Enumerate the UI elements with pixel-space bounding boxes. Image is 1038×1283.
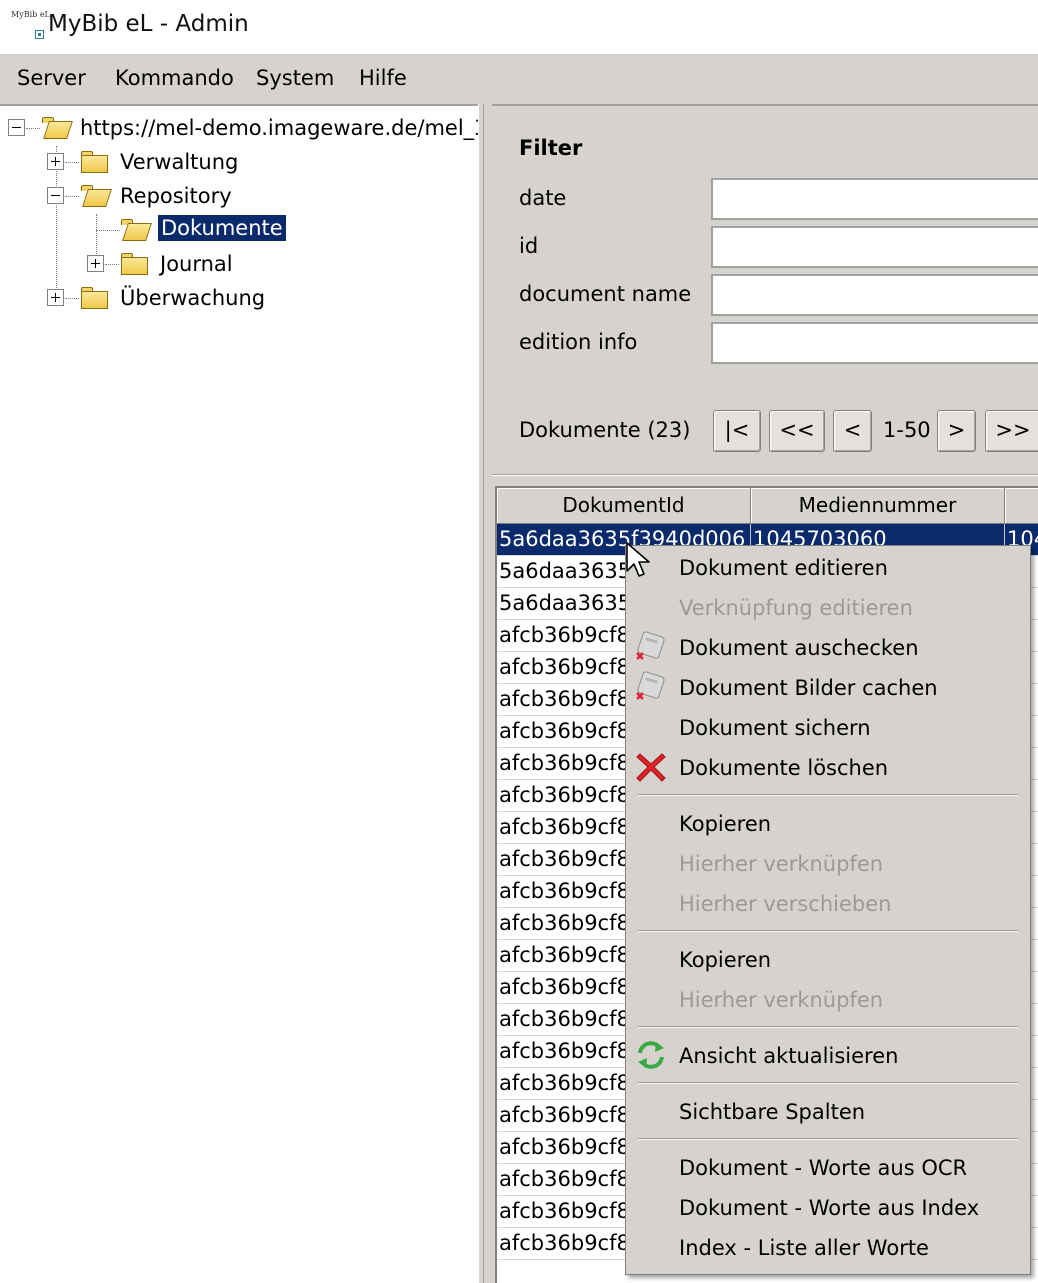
cache-icon [636, 671, 665, 700]
context-menu: Dokument editieren Verknüpfung editieren… [625, 545, 1031, 1275]
tree-item-verwaltung[interactable]: Verwaltung [117, 149, 241, 175]
tree-connector [65, 196, 79, 197]
expander-minus-icon[interactable] [8, 119, 25, 136]
filter-date-input[interactable] [711, 178, 1038, 220]
menu-item-link-here[interactable]: Hierher verknüpfen [679, 852, 883, 876]
tree-connector [96, 230, 120, 231]
menu-item-visible-columns[interactable]: Sichtbare Spalten [679, 1100, 865, 1124]
app-logo-mark [35, 30, 44, 39]
panel-divider [492, 474, 1038, 476]
expander-plus-icon[interactable] [47, 153, 64, 170]
column-header-extra[interactable] [1005, 488, 1038, 524]
tree-item-ueberwachung[interactable]: Überwachung [117, 285, 268, 311]
menu-kommando[interactable]: Kommando [115, 66, 234, 90]
menu-item-link-here-2[interactable]: Hierher verknüpfen [679, 988, 883, 1012]
refresh-icon [638, 1041, 664, 1069]
app-logo-icon: MyBib eL [8, 8, 50, 42]
menu-server[interactable]: Server [17, 66, 86, 90]
previous-block-button[interactable]: << [769, 410, 825, 452]
open-folder-icon [120, 218, 152, 242]
first-page-button[interactable]: |< [713, 410, 761, 452]
open-folder-icon [41, 116, 73, 140]
folder-icon [80, 150, 110, 174]
tree-connector [105, 264, 119, 265]
menu-item-index-word-list[interactable]: Index - Liste aller Worte [679, 1236, 929, 1260]
app-logo-text: MyBib eL [11, 10, 50, 19]
tree-connector [65, 298, 79, 299]
checkout-icon [636, 631, 665, 660]
filter-id-input[interactable] [711, 226, 1038, 268]
menu-item-words-from-index[interactable]: Dokument - Worte aus Index [679, 1196, 979, 1220]
menu-separator [638, 794, 1018, 796]
menu-item-delete-documents[interactable]: Dokumente löschen [679, 756, 888, 780]
menu-item-move-here[interactable]: Hierher verschieben [679, 892, 891, 916]
window-title: MyBib eL - Admin [48, 11, 249, 37]
menu-item-refresh-view[interactable]: Ansicht aktualisieren [679, 1044, 898, 1068]
filter-title: Filter [519, 136, 583, 160]
filter-edition-info-input[interactable] [711, 322, 1038, 364]
expander-plus-icon[interactable] [47, 289, 64, 306]
folder-icon [120, 252, 150, 276]
menu-system[interactable]: System [256, 66, 334, 90]
filter-label-date: date [519, 186, 567, 210]
title-bar: MyBib eL MyBib eL - Admin [0, 0, 1038, 54]
open-folder-icon [80, 184, 112, 208]
tree-item-journal[interactable]: Journal [157, 251, 236, 277]
menu-hilfe[interactable]: Hilfe [359, 66, 407, 90]
menu-bar: Server Kommando System Hilfe [0, 54, 1038, 104]
column-header-dokumentid[interactable]: DokumentId [497, 488, 751, 524]
menu-separator [638, 1138, 1018, 1140]
menu-separator [638, 930, 1018, 932]
menu-item-copy-2[interactable]: Kopieren [679, 948, 771, 972]
expander-plus-icon[interactable] [87, 255, 104, 272]
menu-item-cache-images[interactable]: Dokument Bilder cachen [679, 676, 938, 700]
tree-item-dokumente[interactable]: Dokumente [157, 214, 287, 242]
next-block-button[interactable]: >> [985, 410, 1038, 452]
delete-icon [636, 753, 666, 782]
tree-connector [26, 128, 40, 129]
next-page-button[interactable]: > [937, 410, 976, 452]
menu-item-checkout-document[interactable]: Dokument auschecken [679, 636, 919, 660]
menu-separator [638, 1026, 1018, 1028]
tree-item-root[interactable]: https://mel-demo.imageware.de/mel_3.0 [77, 115, 478, 141]
filter-label-edition-info: edition info [519, 330, 638, 354]
column-header-mediennummer[interactable]: Mediennummer [751, 488, 1005, 524]
menu-item-edit-document[interactable]: Dokument editieren [679, 556, 888, 580]
tree-item-repository[interactable]: Repository [117, 183, 235, 209]
tree-connector [65, 162, 79, 163]
filter-label-document-name: document name [519, 282, 692, 306]
menu-item-words-from-ocr[interactable]: Dokument - Worte aus OCR [679, 1156, 967, 1180]
menu-item-copy[interactable]: Kopieren [679, 812, 771, 836]
page-range: 1-50 [883, 418, 931, 442]
expander-minus-icon[interactable] [47, 187, 64, 204]
menu-separator [638, 1082, 1018, 1084]
folder-icon [80, 286, 110, 310]
mouse-cursor-icon [626, 542, 650, 577]
filter-label-id: id [519, 234, 539, 258]
filter-document-name-input[interactable] [711, 274, 1038, 316]
menu-item-edit-link[interactable]: Verknüpfung editieren [679, 596, 913, 620]
document-count: Dokumente (23) [519, 418, 691, 442]
menu-item-save-document[interactable]: Dokument sichern [679, 716, 871, 740]
navigation-tree[interactable]: https://mel-demo.imageware.de/mel_3.0 Ve… [0, 104, 478, 1283]
previous-page-button[interactable]: < [833, 410, 872, 452]
panel-splitter[interactable] [478, 104, 492, 1283]
